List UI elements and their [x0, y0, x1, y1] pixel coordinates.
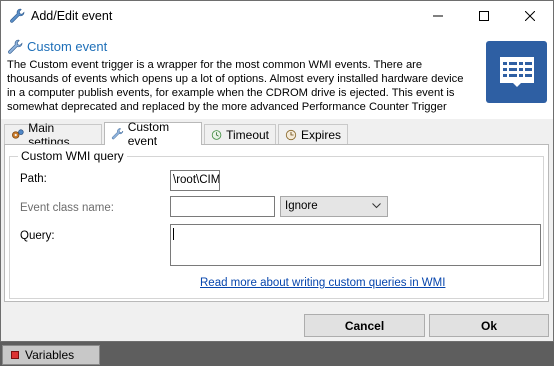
maximize-button[interactable]: [461, 1, 507, 31]
close-button[interactable]: [507, 1, 553, 31]
event-class-field[interactable]: [170, 196, 275, 217]
timeout-icon: [211, 129, 222, 140]
ignore-select-value: Ignore: [285, 200, 318, 212]
variables-label: Variables: [25, 348, 75, 362]
tab-custom-event[interactable]: Custom event: [104, 120, 202, 148]
ok-button[interactable]: Ok: [429, 314, 549, 337]
variables-tab[interactable]: Variables: [2, 345, 100, 365]
wrench-icon: [111, 128, 124, 140]
wrench-icon: [10, 8, 25, 23]
query-label: Query:: [20, 230, 55, 242]
tab-label: Expires: [300, 127, 341, 142]
page-description: The Custom event trigger is a wrapper fo…: [7, 59, 464, 113]
title-bar: Add/Edit event: [1, 1, 553, 31]
tab-expires[interactable]: Expires: [278, 124, 348, 144]
tab-main-settings[interactable]: Main settings: [4, 121, 102, 149]
clock-icon: [285, 129, 297, 140]
group-title: Custom WMI query: [18, 149, 127, 163]
status-bar: Variables: [0, 342, 554, 366]
path-label: Path:: [20, 173, 47, 185]
description-header: Custom event The Custom event trigger is…: [1, 31, 553, 119]
gears-icon: [12, 128, 24, 139]
minimize-button[interactable]: [415, 1, 461, 31]
chevron-down-icon: [372, 203, 381, 209]
close-icon: [525, 11, 535, 21]
maximize-icon: [479, 11, 489, 21]
wmi-query-group: Custom WMI query Path: \root\CIM\ Event …: [9, 149, 544, 299]
document-icon: [486, 41, 547, 103]
wmi-help-link[interactable]: Read more about writing custom queries i…: [200, 277, 445, 289]
text-cursor: [173, 228, 174, 240]
custom-event-panel: Custom WMI query Path: \root\CIM\ Event …: [4, 144, 549, 302]
tab-timeout[interactable]: Timeout: [204, 124, 276, 144]
tab-label: Custom event: [127, 120, 170, 148]
wrench-icon: [8, 39, 23, 54]
tab-label: Timeout: [226, 127, 269, 142]
path-field[interactable]: \root\CIM\: [170, 170, 220, 191]
cancel-button[interactable]: Cancel: [304, 314, 425, 337]
tab-strip: Main settings Custom event Timeout Expir…: [1, 120, 553, 149]
add-edit-event-window: Add/Edit event Custom event The Custom e…: [0, 0, 554, 342]
variables-icon: [11, 351, 19, 359]
ignore-select[interactable]: Ignore: [280, 196, 388, 217]
page-title: Custom event: [27, 39, 108, 54]
query-field[interactable]: [170, 224, 541, 266]
window-title: Add/Edit event: [31, 9, 113, 23]
minimize-icon: [433, 15, 443, 17]
event-class-label: Event class name:: [20, 202, 114, 214]
